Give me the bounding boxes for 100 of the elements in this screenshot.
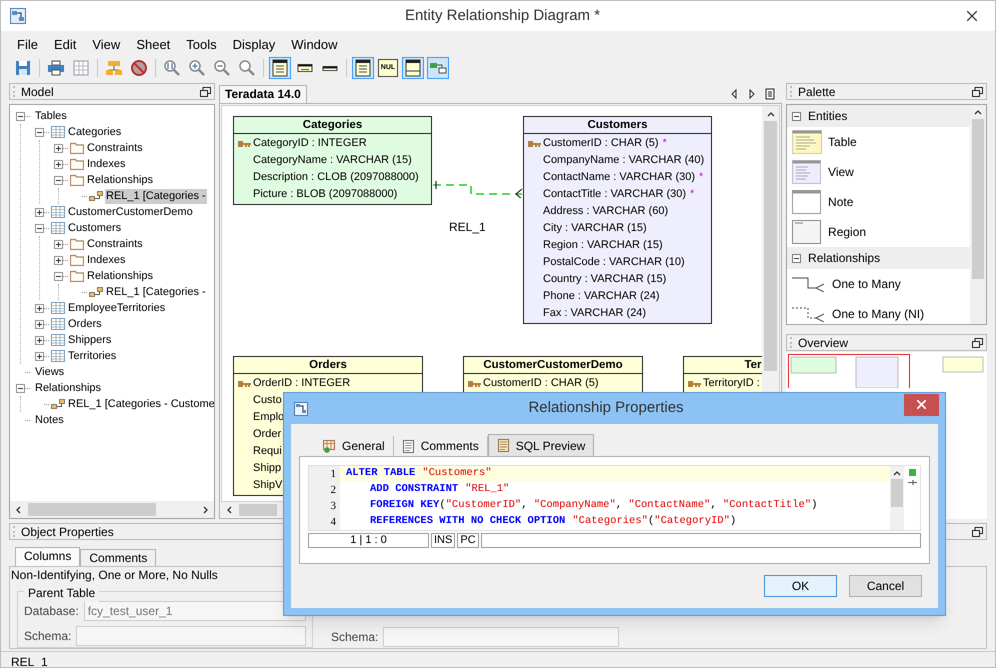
entity-title: Customers: [524, 117, 711, 134]
tree-item[interactable]: Relationships: [86, 172, 154, 188]
column-definition: Custo: [253, 393, 282, 408]
column-definition: CompanyName : VARCHAR (40): [543, 153, 704, 168]
tree-item[interactable]: Relationships: [86, 268, 154, 284]
menu-item[interactable]: Window: [283, 35, 346, 55]
section-title: Entities: [808, 108, 848, 125]
dialog-tab[interactable]: SQL Preview: [488, 434, 594, 456]
column-definition: Address : VARCHAR (60): [543, 204, 668, 220]
tree-item[interactable]: REL_1 [Categories - Custome: [67, 396, 214, 412]
tree-item[interactable]: Orders: [67, 316, 103, 332]
menu-item[interactable]: Sheet: [128, 35, 178, 55]
tree-item[interactable]: Indexes: [86, 156, 127, 172]
panel-title: Palette: [798, 84, 836, 98]
menu-item[interactable]: Edit: [46, 35, 84, 55]
dialog-button[interactable]: OK: [764, 575, 837, 597]
column-definition: Region : VARCHAR (15): [543, 238, 663, 254]
panel-title: Object Properties: [21, 524, 114, 538]
entity-title: Orders: [234, 357, 422, 374]
menu-item[interactable]: View: [84, 35, 128, 55]
dialog-title: Relationship Properties: [527, 398, 685, 418]
menu-item[interactable]: File: [9, 35, 46, 55]
database-field[interactable]: fcy_test_user_1: [84, 601, 306, 621]
code-text: ALTER TABLE "Customers": [340, 466, 890, 482]
tree-item[interactable]: Customers: [67, 220, 122, 236]
column-definition: Requi: [253, 444, 282, 460]
tree-item[interactable]: Notes: [34, 412, 65, 428]
code-text: FOREIGN KEY("CustomerID", "CompanyName", "ContactName", "ContactTitle"): [369, 498, 818, 514]
window-title: Entity Relationship Diagram *: [404, 6, 602, 26]
tree-item[interactable]: Constraints: [86, 140, 144, 156]
properties-tab[interactable]: Comments: [80, 549, 156, 566]
column-definition: Order: [253, 427, 282, 442]
palette-item[interactable]: View: [787, 157, 970, 187]
entity-table[interactable]: Ter TerritoryID :: [683, 356, 762, 394]
tree-item[interactable]: EmployeeTerritories: [67, 300, 166, 316]
column-definition: CategoryID : INTEGER: [253, 136, 367, 152]
tree-item[interactable]: Views: [34, 364, 66, 380]
menu-item[interactable]: Tools: [178, 35, 225, 55]
palette-item[interactable]: Table: [787, 127, 970, 157]
column-definition: CustomerID : CHAR (5): [483, 376, 599, 392]
field-label: Schema:: [24, 628, 72, 645]
column-definition: Phone : VARCHAR (24): [543, 289, 660, 304]
column-definition: Description : CLOB (2097088000): [253, 170, 419, 186]
palette-item[interactable]: Note: [787, 187, 970, 217]
column-definition: PostalCode : VARCHAR (10): [543, 255, 685, 270]
editor-status-field: 1 | 1 : 0: [308, 533, 429, 548]
relationship-label: REL_1: [449, 219, 486, 236]
column-definition: ContactName : VARCHAR (30): [543, 170, 696, 186]
required-marker: *: [690, 187, 694, 202]
tree-item[interactable]: Territories: [67, 348, 118, 364]
tree-item[interactable]: Tables: [34, 108, 68, 124]
palette-item[interactable]: One to Many (NI): [787, 299, 970, 324]
menu-item[interactable]: Display: [224, 35, 284, 55]
entity-title: Categories: [234, 117, 431, 134]
required-marker: *: [662, 136, 667, 152]
tree-item[interactable]: Shippers: [67, 332, 112, 348]
column-definition: Picture : BLOB (2097088000): [253, 187, 398, 202]
tree-item[interactable]: Relationships: [34, 380, 102, 396]
tree-item[interactable]: REL_1 [Categories -: [105, 188, 207, 204]
column-definition: Shipp: [253, 461, 282, 476]
section-title: Relationships: [808, 250, 880, 267]
tree-item[interactable]: Categories: [67, 124, 122, 140]
properties-tab[interactable]: Columns: [15, 547, 80, 566]
panel-title: Model: [21, 84, 54, 98]
column-definition: OrderID : INTEGER: [253, 376, 350, 392]
relationship-description: Non-Identifying, One or More, No Nulls: [10, 567, 219, 583]
field-label: Schema:: [331, 629, 378, 646]
code-text: ADD CONSTRAINT "REL_1": [369, 482, 510, 498]
sql-editor[interactable]: 1 ALTER TABLE "Customers" 2 ADD CONSTRAINT "REL_1" 3 FOREIGN KEY("CustomerID", "CompanyName", "ContactName", "ContactTitle") 4 REFERENCES WITH NO CHECK OPTION "Categories"("CategoryID"): [308, 465, 921, 531]
column-definition: Emplo: [253, 410, 284, 426]
line-number: 1: [309, 466, 340, 482]
column-definition: CategoryName : VARCHAR (15): [253, 153, 412, 168]
entity-table[interactable]: Categories CategoryID : INTEGER CategoryName : VARCHAR (15) Description : CLOB (2097088000) Picture : BLOB (2097088000): [233, 116, 432, 205]
editor-status-field: PC: [457, 533, 479, 548]
column-definition: TerritoryID :: [703, 376, 760, 392]
line-number: 3: [309, 498, 340, 514]
editor-status-field: INS: [431, 533, 456, 548]
entity-table[interactable]: CustomerCustomerDemo CustomerID : CHAR (5): [463, 356, 643, 394]
tree-item[interactable]: Constraints: [86, 236, 144, 252]
column-definition: City : VARCHAR (15): [543, 221, 647, 236]
tree-item[interactable]: CustomerCustomerDemo: [67, 204, 194, 220]
dialog-button[interactable]: Cancel: [849, 575, 922, 597]
entity-title: CustomerCustomerDemo: [464, 357, 642, 374]
column-definition: ContactTitle : VARCHAR (30): [543, 187, 686, 202]
palette-item[interactable]: One to Many: [787, 269, 970, 299]
column-definition: CustomerID : CHAR (5): [543, 136, 659, 152]
column-definition: Fax : VARCHAR (24): [543, 306, 646, 322]
tree-item[interactable]: Indexes: [86, 252, 127, 268]
field-label: Database:: [24, 603, 79, 620]
required-marker: *: [699, 170, 704, 186]
column-definition: ShipV: [253, 478, 282, 494]
line-number: 2: [309, 482, 340, 498]
code-text: REFERENCES WITH NO CHECK OPTION "Categories"("CategoryID"): [369, 514, 738, 530]
diagram-tab[interactable]: Teradata 14.0: [219, 85, 307, 103]
line-number: 4: [309, 514, 340, 530]
panel-title: Overview: [798, 336, 848, 350]
status-text: REL_1: [11, 654, 48, 667]
tree-item[interactable]: REL_1 [Categories -: [105, 284, 207, 300]
column-definition: Country : VARCHAR (15): [543, 272, 666, 288]
palette-item[interactable]: Region: [787, 217, 970, 247]
